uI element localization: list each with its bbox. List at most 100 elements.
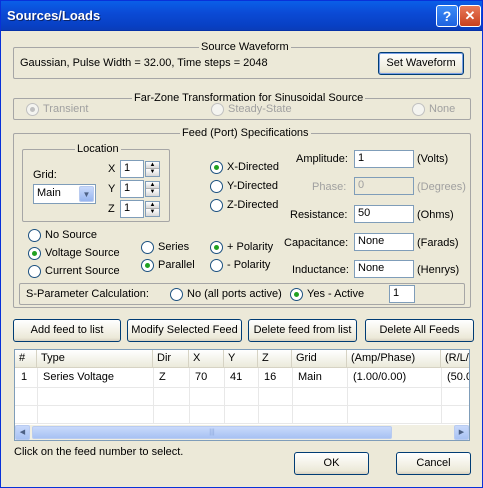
plus-polarity-radio[interactable] — [210, 241, 223, 254]
col-number[interactable]: # — [15, 350, 37, 368]
spin-down-icon[interactable]: ▼ — [146, 209, 159, 216]
series-label: Series — [158, 241, 190, 253]
far-zone-transient-radio[interactable] — [26, 103, 39, 116]
col-x[interactable]: X — [189, 350, 224, 368]
x-spinner[interactable]: ▲ ▼ — [145, 161, 160, 177]
voltage-source-radio[interactable] — [28, 247, 41, 260]
col-divider — [292, 368, 293, 424]
phase-input[interactable]: 0 — [354, 177, 414, 195]
col-y[interactable]: Y — [224, 350, 258, 368]
y-label: Y — [108, 183, 116, 195]
s-param-no-label: No (all ports active) — [187, 288, 282, 300]
row-divider — [15, 387, 469, 388]
col-divider — [347, 368, 348, 424]
z-spinner[interactable]: ▲ ▼ — [145, 201, 160, 217]
horizontal-scrollbar[interactable]: ◀ ||| ▶ — [15, 425, 469, 440]
cell-rlc: (50.00 — [447, 371, 469, 383]
x-input[interactable]: 1 — [120, 160, 144, 178]
col-divider — [258, 368, 259, 424]
capacitance-unit: (Farads) — [417, 237, 459, 249]
feed-list-header: # Type Dir X Y Z Grid (Amp/Phase) (R/L/ — [15, 350, 469, 368]
close-button[interactable]: ✕ — [459, 5, 481, 27]
spin-up-icon[interactable]: ▲ — [146, 162, 159, 169]
grid-label: Grid: — [33, 169, 57, 181]
inductance-input[interactable]: None — [354, 260, 414, 278]
far-zone-steady-state-label: Steady-State — [228, 103, 292, 115]
help-button[interactable]: ? — [436, 5, 458, 27]
scroll-left-icon[interactable]: ◀ — [15, 425, 30, 440]
cell-number[interactable]: 1 — [17, 371, 27, 383]
y-directed-radio[interactable] — [210, 180, 223, 193]
resistance-label: Resistance: — [290, 209, 348, 221]
x-directed-radio[interactable] — [210, 161, 223, 174]
col-type[interactable]: Type — [37, 350, 153, 368]
current-source-radio[interactable] — [28, 265, 41, 278]
delete-all-feeds-button[interactable]: Delete All Feeds — [365, 319, 474, 342]
current-source-label: Current Source — [45, 265, 120, 277]
scroll-right-icon[interactable]: ▶ — [454, 425, 469, 440]
z-input[interactable]: 1 — [120, 200, 144, 218]
col-amp-phase[interactable]: (Amp/Phase) — [347, 350, 441, 368]
s-parameter-label: S-Parameter Calculation: — [26, 288, 149, 300]
spin-down-icon[interactable]: ▼ — [146, 169, 159, 176]
far-zone-steady-state-radio[interactable] — [211, 103, 224, 116]
z-directed-radio[interactable] — [210, 199, 223, 212]
cell-x: 70 — [195, 371, 208, 383]
capacitance-label: Capacitance: — [284, 237, 349, 249]
source-waveform-group: Source Waveform Gaussian, Pulse Width = … — [13, 41, 471, 79]
active-port-input[interactable]: 1 — [389, 285, 415, 303]
resistance-unit: (Ohms) — [417, 209, 454, 221]
no-source-radio[interactable] — [28, 229, 41, 242]
location-label: Location — [75, 143, 121, 155]
y-spinner[interactable]: ▲ ▼ — [145, 181, 160, 197]
x-label: X — [108, 163, 116, 175]
far-zone-group: Far-Zone Transformation for Sinusoidal S… — [13, 92, 471, 120]
no-source-label: No Source — [45, 229, 97, 241]
ok-button[interactable]: OK — [294, 452, 369, 475]
modify-feed-button[interactable]: Modify Selected Feed — [127, 319, 242, 342]
far-zone-none-radio[interactable] — [412, 103, 425, 116]
feed-specifications-group: Feed (Port) Specifications Location Grid… — [13, 127, 471, 308]
s-param-yes-radio[interactable] — [290, 288, 303, 301]
col-dir[interactable]: Dir — [153, 350, 189, 368]
cell-type: Series Voltage — [43, 371, 114, 383]
inductance-label: Inductance: — [292, 264, 349, 276]
y-input[interactable]: 1 — [120, 180, 144, 198]
series-radio[interactable] — [141, 241, 154, 254]
col-rlc[interactable]: (R/L/ — [441, 350, 469, 368]
waveform-description: Gaussian, Pulse Width = 32.00, Time step… — [20, 57, 268, 69]
grid-select[interactable]: Main ▼ — [33, 184, 96, 204]
feed-specifications-label: Feed (Port) Specifications — [180, 127, 311, 139]
spin-up-icon[interactable]: ▲ — [146, 202, 159, 209]
spin-down-icon[interactable]: ▼ — [146, 189, 159, 196]
scrollbar-thumb[interactable]: ||| — [32, 426, 392, 439]
col-z[interactable]: Z — [258, 350, 292, 368]
title-bar[interactable]: Sources/Loads ? ✕ — [1, 1, 482, 31]
parallel-label: Parallel — [158, 259, 195, 271]
set-waveform-button[interactable]: Set Waveform — [378, 52, 464, 75]
z-label: Z — [108, 203, 115, 215]
voltage-source-label: Voltage Source — [45, 247, 120, 259]
minus-polarity-radio[interactable] — [210, 259, 223, 272]
s-param-no-radio[interactable] — [170, 288, 183, 301]
minus-polarity-label: - Polarity — [227, 259, 271, 271]
phase-unit: (Degrees) — [417, 181, 466, 193]
phase-label: Phase: — [312, 181, 347, 193]
spin-up-icon[interactable]: ▲ — [146, 182, 159, 189]
plus-polarity-label: + Polarity — [227, 241, 274, 253]
col-grid[interactable]: Grid — [292, 350, 347, 368]
col-divider — [441, 368, 442, 424]
cancel-button[interactable]: Cancel — [396, 452, 471, 475]
col-divider — [37, 368, 38, 424]
feed-list[interactable]: # Type Dir X Y Z Grid (Amp/Phase) (R/L/ … — [14, 349, 470, 441]
resistance-input[interactable]: 50 — [354, 205, 414, 223]
amplitude-input[interactable]: 1 — [354, 150, 414, 168]
capacitance-input[interactable]: None — [354, 233, 414, 251]
add-feed-button[interactable]: Add feed to list — [13, 319, 121, 342]
grid-select-value: Main — [37, 187, 61, 199]
delete-feed-button[interactable]: Delete feed from list — [248, 319, 357, 342]
table-row[interactable]: 1 Series Voltage Z 70 41 16 Main (1.00/0… — [15, 369, 469, 387]
hint-text: Click on the feed number to select. — [14, 446, 184, 458]
parallel-radio[interactable] — [141, 259, 154, 272]
chevron-down-icon[interactable]: ▼ — [79, 186, 94, 202]
